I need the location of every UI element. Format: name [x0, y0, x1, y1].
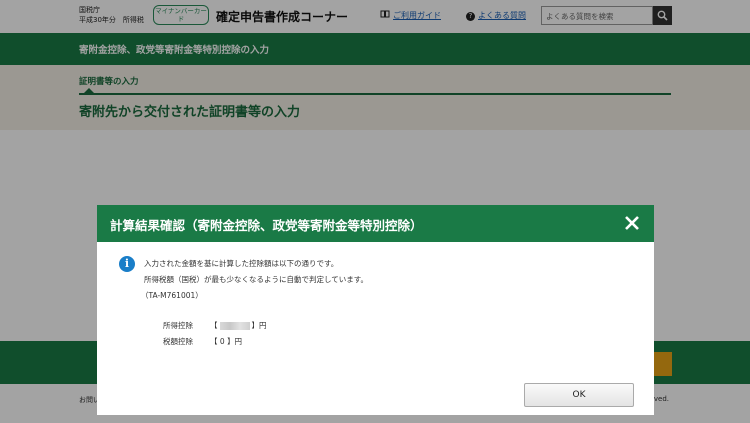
income-deduction-row: 所得控除 【 】円	[97, 320, 654, 332]
dialog-header: 計算結果確認（寄附金控除、政党等寄附金等特別控除）	[97, 205, 654, 242]
ok-button[interactable]: OK	[524, 383, 634, 407]
tax-credit-label: 税額控除	[163, 337, 193, 346]
bracket-open: 【	[210, 321, 218, 330]
bracket-close-yen: 】円	[251, 321, 267, 330]
income-deduction-label: 所得控除	[163, 321, 193, 330]
bracket-close-yen: 】円	[227, 337, 243, 346]
dialog-message-code: （TA-M761001）	[141, 291, 203, 300]
calculation-result-dialog: 計算結果確認（寄附金控除、政党等寄附金等特別控除） i 入力された金額を基に計算…	[97, 205, 654, 415]
dialog-message-line2: 所得税額（国税）が最も少なくなるように自動で判定しています。	[144, 275, 369, 284]
bracket-open: 【	[210, 337, 218, 346]
tax-credit-amount: 0	[219, 337, 225, 346]
dialog-title: 計算結果確認（寄附金控除、政党等寄附金等特別控除）	[110, 218, 423, 233]
close-icon[interactable]	[623, 214, 641, 232]
tax-credit-row: 税額控除 【 0 】円	[97, 336, 654, 348]
dialog-message-line1: 入力された金額を基に計算した控除額は以下の通りです。	[144, 259, 339, 268]
info-icon: i	[119, 256, 135, 272]
income-deduction-value: 【 】円	[210, 320, 267, 331]
tax-credit-value: 【 0 】円	[210, 336, 242, 347]
masked-amount	[219, 322, 250, 330]
